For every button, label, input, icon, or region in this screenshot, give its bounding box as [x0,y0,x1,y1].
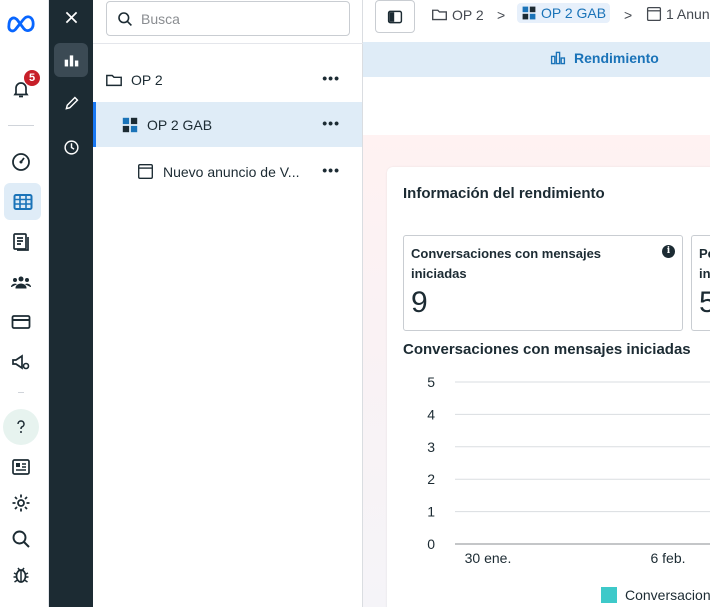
tree-item-campaign[interactable]: OP 2 ••• [93,57,362,102]
search-placeholder: Busca [141,10,180,27]
metric-card-secondary[interactable]: Pe in 5 [691,235,710,331]
news-feed-icon[interactable] [4,450,37,483]
edit-pencil-icon[interactable] [54,86,88,120]
y-tick-label: 2 [427,471,435,487]
ad-set-icon [522,6,536,20]
x-tick-label: 6 feb. [650,550,685,566]
ad-icon [138,164,153,179]
tree-item-label: OP 2 GAB [147,116,213,133]
more-options-button[interactable]: ••• [322,115,340,131]
ads-manager-table-icon[interactable] [4,183,41,220]
performance-chart-tool-icon[interactable] [54,43,88,77]
toggle-panel-button[interactable] [375,0,415,33]
breadcrumb-ad[interactable]: 1 Anun [646,6,710,22]
breadcrumb-label: OP 2 [452,6,484,23]
metric-label: Pe in [699,246,710,281]
breadcrumb-ad-set[interactable]: OP 2 GAB [517,3,611,23]
breadcrumb-label: 1 Anun [666,6,710,22]
campaign-tree-panel: Busca OP 2 ••• OP 2 GAB ••• Nuevo anunci… [93,0,363,607]
conversations-line-chart: 5 4 3 2 1 0 30 ene. 6 feb. [427,374,710,566]
info-icon[interactable]: i [662,245,675,258]
meta-logo-icon[interactable] [4,6,38,39]
global-nav-rail: 5 [0,0,49,607]
card-title: Información del rendimiento [403,185,605,202]
main-content: OP 2 > OP 2 GAB > 1 Anun Rendimiento Inf… [363,0,710,607]
search-icon[interactable] [4,522,37,555]
folder-icon [106,74,122,86]
ad-icon [646,6,662,22]
side-panel-icon [387,10,403,23]
more-options-button[interactable]: ••• [322,162,340,178]
search-input[interactable]: Busca [106,1,350,36]
rail-divider [8,125,34,126]
chevron-right-icon: > [497,7,506,23]
breadcrumb-label: OP 2 GAB [541,5,607,21]
history-clock-icon[interactable] [54,130,88,164]
rail-divider-small [18,392,24,393]
help-question-icon[interactable] [3,409,39,445]
metric-value: 9 [411,286,428,319]
breadcrumb-campaign[interactable]: OP 2 [431,6,484,23]
billing-card-icon[interactable] [4,305,37,338]
y-tick-label: 5 [427,374,435,390]
tab-bar: Rendimiento [363,42,710,77]
pages-icon[interactable] [4,225,37,258]
legend-label: Conversacion [625,587,710,603]
campaign-megaphone-gear-icon[interactable] [4,345,37,378]
y-tick-label: 4 [427,406,435,422]
tree-item-label: Nuevo anuncio de V... [163,163,300,180]
legend-swatch [601,587,617,603]
tab-label: Rendimiento [574,50,659,66]
notification-count-badge: 5 [23,69,41,87]
metric-label: Conversaciones con mensajes iniciadas [411,246,602,281]
performance-card: Información del rendimiento Conversacion… [387,167,710,607]
y-tick-label: 1 [427,504,435,520]
tree-item-ad-set[interactable]: OP 2 GAB ••• [93,102,362,147]
tree-divider [93,43,363,44]
chart-legend[interactable]: Conversacion [601,587,710,603]
ads-manager-window: 5 Busca OP 2 ••• OP 2 GAB ••• Nuevo anun… [0,0,710,607]
more-options-button[interactable]: ••• [322,70,340,86]
editor-tools-column [49,0,93,607]
metric-value: 5 [699,286,710,319]
folder-icon [432,9,447,21]
chart-title: Conversaciones con mensajes iniciadas [403,341,691,358]
metric-card-conversations[interactable]: Conversaciones con mensajes iniciadas i … [403,235,683,331]
tab-performance[interactable]: Rendimiento [550,50,659,66]
x-tick-label: 30 ene. [465,550,512,566]
audiences-people-icon[interactable] [4,265,37,298]
dashboard-gauge-icon[interactable] [4,145,37,178]
breadcrumb: OP 2 > OP 2 GAB > 1 Anun [363,0,710,42]
search-icon [118,11,132,26]
bug-report-icon[interactable] [4,558,37,591]
y-tick-label: 3 [427,439,435,455]
settings-gear-icon[interactable] [4,486,37,519]
close-icon[interactable] [54,0,88,34]
tree-item-label: OP 2 [131,71,163,88]
y-tick-label: 0 [427,536,435,552]
chevron-right-icon: > [624,7,633,23]
bar-chart-icon [550,51,566,65]
ad-set-icon [122,117,138,132]
tree-item-ad[interactable]: Nuevo anuncio de V... ••• [93,149,362,194]
